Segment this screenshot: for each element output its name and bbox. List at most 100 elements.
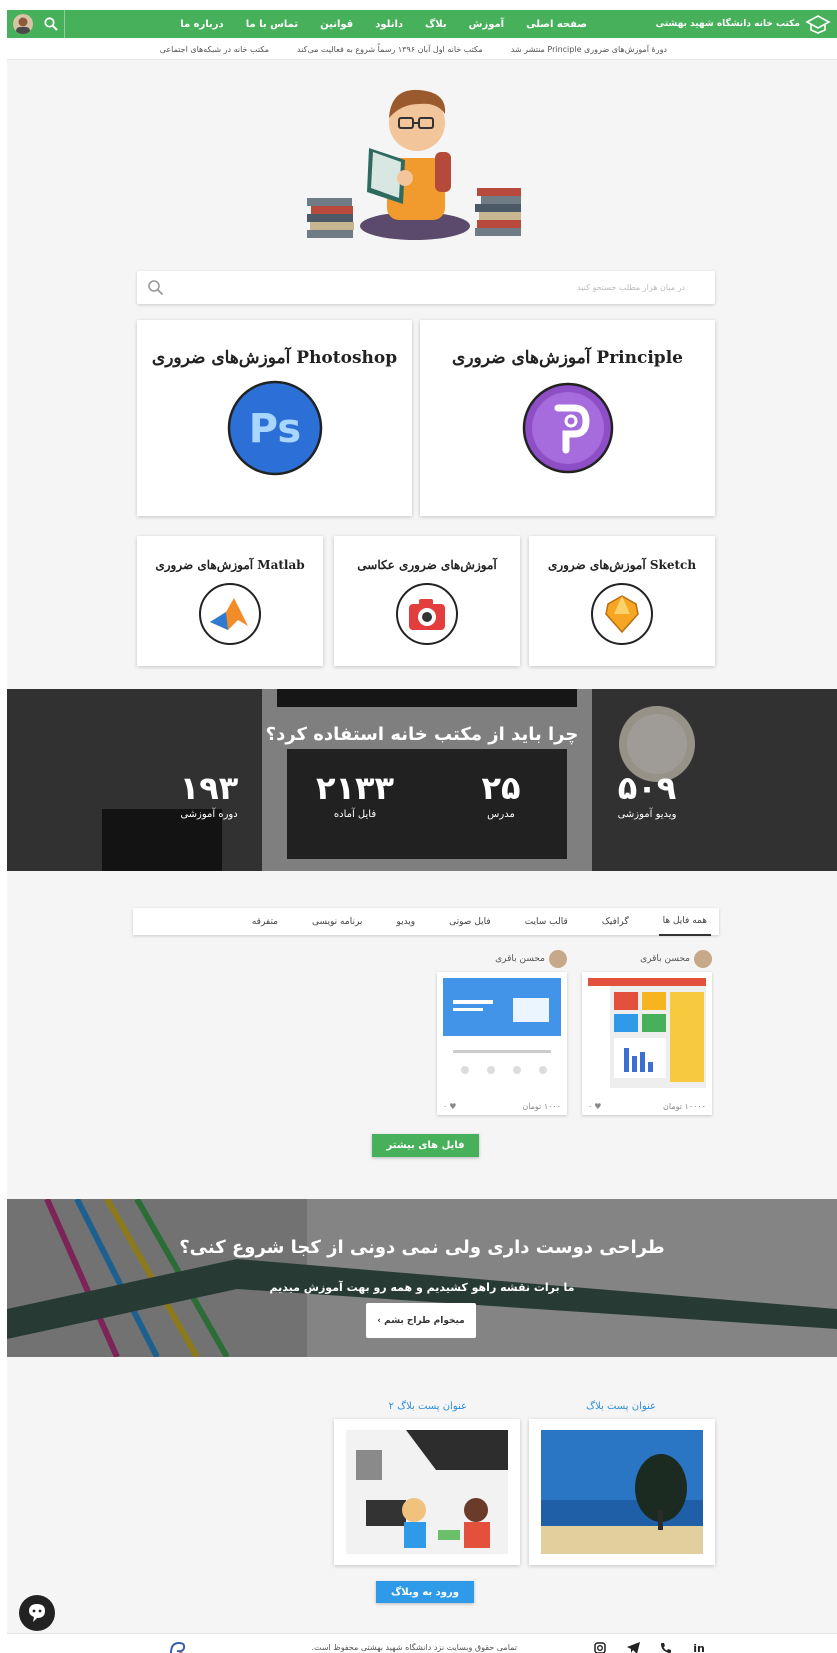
course-title: آموزش‌های ضروری Principle — [452, 348, 683, 368]
stat-number: ۵۰۹ — [617, 769, 677, 807]
nav-contact[interactable]: تماس با ما — [246, 19, 298, 30]
become-designer-button[interactable]: میخوام طراح بشم › — [366, 1303, 476, 1338]
sketch-logo-icon — [591, 583, 653, 645]
course-card-photoshop[interactable]: آموزش‌های ضروری Photoshop Ps — [137, 320, 412, 516]
tab-audio[interactable]: فایل صوتی — [445, 909, 495, 935]
file-card[interactable]: ۱۰۰۰ تومان ♥ ۰ — [437, 972, 567, 1115]
tab-misc[interactable]: متفرقه — [248, 909, 282, 935]
more-files-button[interactable]: فایل های بیشتر — [372, 1134, 479, 1157]
tab-video[interactable]: ویدیو — [392, 909, 419, 935]
nav-rules[interactable]: قوانین — [320, 19, 353, 30]
stat-number: ۲۵ — [481, 769, 521, 807]
matlab-logo-icon — [199, 583, 261, 645]
course-title: آموزش‌های ضروری عکاسی — [357, 558, 497, 572]
file-price: ۱۰۰۰ تومان — [522, 1102, 561, 1111]
tab-graphic[interactable]: گرافیک — [598, 909, 633, 935]
course-card-sketch[interactable]: آموزش‌های ضروری Sketch — [529, 536, 715, 666]
nav-about[interactable]: درباره ما — [180, 19, 224, 30]
stat-label: دوره آموزشی — [180, 809, 238, 820]
nav-home[interactable]: صفحه اصلی — [526, 19, 587, 30]
chat-button[interactable] — [19, 1595, 55, 1631]
stat-label: مدرس — [487, 809, 515, 820]
page: مکتب خانه دانشگاه شهید بهشتی صفحه اصلی آ… — [7, 10, 837, 1653]
file-category-tabs: همه فایل ها گرافیک قالب سایت فایل صوتی و… — [133, 908, 719, 936]
nav-download[interactable]: دانلود — [375, 19, 403, 30]
tree-beach-image — [541, 1430, 703, 1554]
main-nav: صفحه اصلی آموزش بلاگ دانلود قوانین تماس … — [180, 10, 587, 38]
heart-icon: ♥ — [449, 1102, 457, 1111]
course-title: آموزش‌های ضروری Matlab — [155, 558, 305, 572]
top-navbar: مکتب خانه دانشگاه شهید بهشتی صفحه اصلی آ… — [7, 10, 837, 38]
news-item[interactable]: دورهٔ آموزش‌های ضروری Principle منتشر شد — [511, 45, 667, 54]
copyright-text: تمامی حقوق وبسایت نزد دانشگاه شهید بهشتی… — [311, 1643, 517, 1652]
file-likes[interactable]: ♥ ۰ — [443, 1102, 456, 1111]
svg-text:Ps: Ps — [248, 406, 300, 452]
course-card-matlab[interactable]: آموزش‌های ضروری Matlab — [137, 536, 323, 666]
stats-section: چرا باید از مکتب خانه استفاده کرد؟ ۵۰۹ و… — [7, 689, 837, 871]
like-count: ۰ — [588, 1102, 593, 1111]
file-meta: ۱۰۰۰۰ تومان ♥ ۰ — [588, 1102, 706, 1111]
file-likes[interactable]: ♥ ۰ — [588, 1102, 601, 1111]
linkedin-icon[interactable]: in — [691, 1640, 707, 1653]
stat-number: ۱۹۳ — [179, 769, 239, 807]
search-icon[interactable] — [147, 279, 164, 296]
cta-subtitle: ما برات نقشه راهو کشیدیم و همه رو بهت آم… — [269, 1281, 575, 1294]
search-input[interactable] — [175, 271, 715, 304]
file-meta: ۱۰۰۰ تومان ♥ ۰ — [443, 1102, 561, 1111]
brand-name: مکتب خانه دانشگاه شهید بهشتی — [655, 19, 800, 29]
news-item[interactable]: مکتب خانه در شبکه‌های اجتماعی — [160, 45, 269, 54]
stat-label: ویدیو آموزشی — [617, 809, 677, 820]
nav-education[interactable]: آموزش — [469, 19, 504, 30]
tab-programming[interactable]: برنامه نویسی — [308, 909, 366, 935]
stat-videos: ۵۰۹ ویدیو آموزشی — [587, 769, 707, 820]
search-icon — [43, 17, 58, 31]
avatar — [694, 950, 712, 968]
photoshop-logo-icon: Ps — [227, 380, 322, 476]
stat-files: ۲۱۳۳ فایل آماده — [295, 769, 415, 820]
course-card-principle[interactable]: آموزش‌های ضروری Principle — [420, 320, 715, 516]
author-name: محسن باقری — [640, 954, 690, 964]
chat-icon — [29, 1604, 45, 1622]
stat-courses: ۱۹۳ دوره آموزشی — [149, 769, 269, 820]
cta-title: طراحی دوست داری ولی نمی دونی از کجا شروع… — [179, 1237, 665, 1258]
user-avatar[interactable] — [13, 14, 33, 34]
telegram-icon[interactable] — [625, 1640, 641, 1653]
search-box — [137, 271, 715, 304]
landing-template-thumbnail — [443, 978, 561, 1088]
blog-post-title[interactable]: عنوان پست بلاگ ۲ — [389, 1401, 467, 1412]
social-links: in — [592, 1640, 707, 1653]
stat-label: فایل آماده — [333, 809, 377, 820]
blog-post-card[interactable] — [334, 1419, 520, 1565]
avatar — [549, 950, 567, 968]
dashboard-template-thumbnail — [588, 978, 706, 1088]
footer: in تمامی حقوق وبسایت نزد دانشگاه شهید به… — [7, 1633, 837, 1653]
enamad-badge-icon[interactable] — [167, 1639, 189, 1653]
laptop-background-image — [7, 689, 837, 871]
phone-icon[interactable] — [658, 1640, 674, 1653]
stat-teachers: ۲۵ مدرس — [441, 769, 561, 820]
instagram-icon[interactable] — [592, 1640, 608, 1653]
file-card[interactable]: ۱۰۰۰۰ تومان ♥ ۰ — [582, 972, 712, 1115]
blog-post-title[interactable]: عنوان پست بلاگ — [586, 1401, 656, 1412]
stats-title: چرا باید از مکتب خانه استفاده کرد؟ — [265, 724, 579, 745]
news-ticker: دورهٔ آموزش‌های ضروری Principle منتشر شد… — [7, 38, 837, 60]
course-title: آموزش‌های ضروری Photoshop — [151, 348, 398, 368]
reading-boy-illustration — [307, 89, 521, 240]
tab-all-files[interactable]: همه فایل ها — [658, 908, 711, 936]
heart-icon: ♥ — [594, 1102, 602, 1111]
designer-cta-section: طراحی دوست داری ولی نمی دونی از کجا شروع… — [7, 1199, 837, 1357]
stat-number: ۲۱۳۳ — [315, 769, 395, 807]
blog-post-card[interactable] — [529, 1419, 715, 1565]
file-author[interactable]: محسن باقری — [640, 950, 712, 968]
principle-logo-icon — [522, 382, 613, 474]
tab-site-template[interactable]: قالب سایت — [521, 909, 572, 935]
like-count: ۰ — [443, 1102, 448, 1111]
nav-blog[interactable]: بلاگ — [425, 19, 447, 30]
file-author[interactable]: محسن باقری — [495, 950, 567, 968]
brand[interactable]: مکتب خانه دانشگاه شهید بهشتی — [656, 14, 831, 34]
enter-blog-button[interactable]: ورود به وبلاگ — [376, 1581, 474, 1603]
search-button[interactable] — [37, 10, 65, 38]
news-item[interactable]: مکتب خانه اول آبان ۱۳۹۶ رسماً شروع به فع… — [297, 45, 483, 54]
logo-icon — [805, 15, 831, 34]
course-card-photography[interactable]: آموزش‌های ضروری عکاسی — [334, 536, 520, 666]
